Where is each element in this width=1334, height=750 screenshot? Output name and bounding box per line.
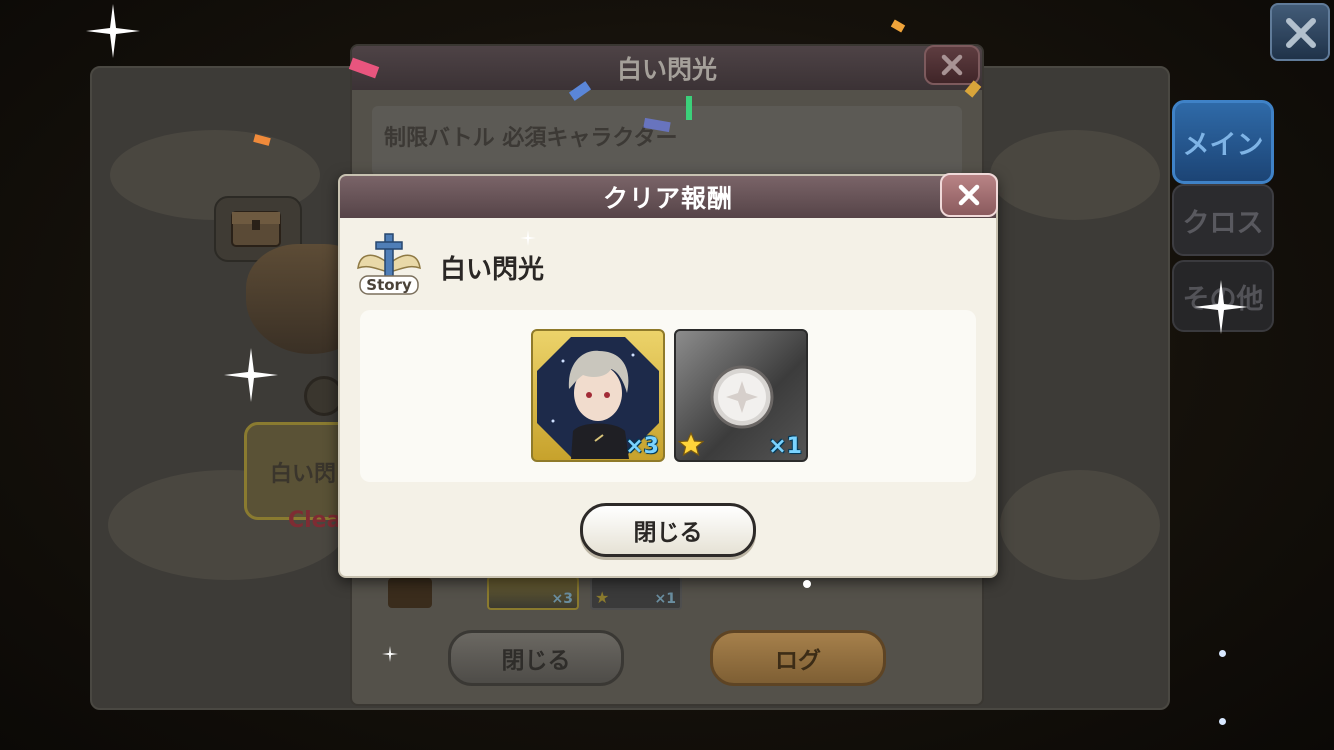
stage-name: 白い閃光 xyxy=(440,255,545,285)
tab-main[interactable]: メイン xyxy=(1172,100,1274,184)
sparkle-icon xyxy=(520,230,536,246)
reward-item-character[interactable]: ×3 xyxy=(531,329,665,462)
star-icon: ★ xyxy=(595,588,610,607)
reward-item-coin[interactable]: ×1 xyxy=(674,329,808,462)
sparkle-icon xyxy=(1194,280,1248,334)
quest-close-button[interactable] xyxy=(924,45,980,85)
close-icon xyxy=(1286,18,1316,48)
sparkle-dot xyxy=(803,580,811,588)
sparkle-dot xyxy=(1219,718,1226,725)
reward-item-character: ×3 xyxy=(487,576,579,610)
quest-title: 白い閃光 xyxy=(616,55,717,84)
reward-quantity: ×3 xyxy=(625,434,659,459)
confetti-piece xyxy=(686,96,692,120)
quest-close-text-button[interactable]: 閉じる xyxy=(448,630,624,686)
close-icon xyxy=(958,184,980,206)
sparkle-icon xyxy=(382,646,398,662)
sparkle-icon xyxy=(86,4,140,58)
treasure-chest-icon xyxy=(388,578,432,608)
reward-item-coin: ★ ×1 xyxy=(590,576,682,610)
reward-quantity: ×3 xyxy=(551,591,573,607)
stage-clear-label: Clea xyxy=(288,508,342,533)
star-icon xyxy=(678,432,704,456)
tab-cross[interactable]: クロス xyxy=(1172,184,1274,256)
top-close-button[interactable] xyxy=(1270,3,1330,61)
log-button[interactable]: ログ xyxy=(710,630,886,686)
reward-list xyxy=(360,310,976,482)
cloud-decoration xyxy=(1000,470,1160,580)
reward-dialog-close-text-button[interactable]: 閉じる xyxy=(580,503,756,557)
story-badge-label: Story xyxy=(366,276,412,294)
quest-requirement: 制限バトル 必須キャラクター xyxy=(384,126,678,151)
close-icon xyxy=(941,54,963,76)
reward-dialog-close-button[interactable] xyxy=(940,173,998,217)
story-badge-icon: Story xyxy=(354,228,424,300)
confetti-piece xyxy=(890,19,906,33)
reward-quantity: ×1 xyxy=(654,591,676,607)
sparkle-dot xyxy=(1219,650,1226,657)
reward-quantity: ×1 xyxy=(768,434,802,459)
cloud-decoration xyxy=(990,130,1160,220)
stage-node-label: 白い閃 xyxy=(270,462,337,487)
sparkle-icon xyxy=(224,348,278,402)
reward-dialog-title: クリア報酬 xyxy=(602,184,733,213)
